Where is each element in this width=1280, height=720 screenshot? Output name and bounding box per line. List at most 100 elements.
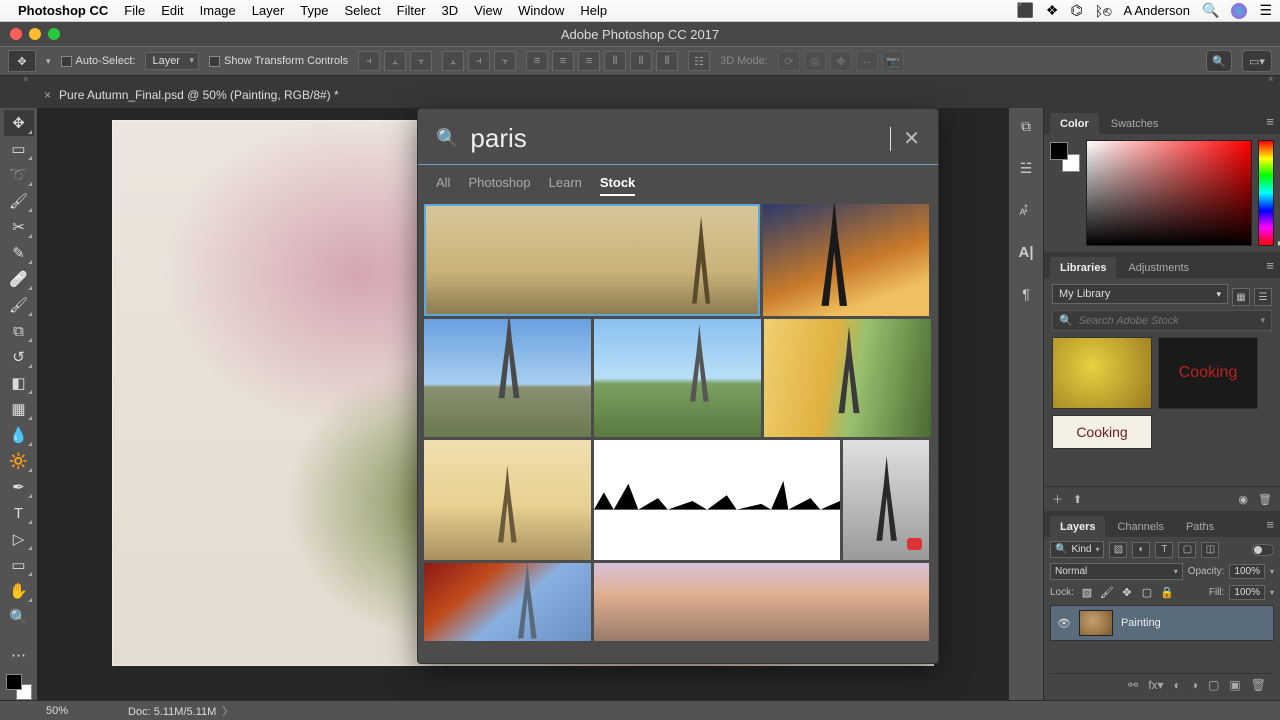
spotlight-icon[interactable]: 🔍 [1202,2,1219,19]
filter-smart-icon[interactable]: ◫ [1201,542,1219,558]
layer-row[interactable]: 👁 Painting [1050,605,1274,641]
menu-image[interactable]: Image [200,3,236,18]
layer-filter-type[interactable]: 🔍Kind▾ [1050,541,1104,558]
layer-name[interactable]: Painting [1121,617,1161,629]
stock-result[interactable] [424,319,591,437]
library-asset[interactable]: Cooking [1158,337,1258,409]
history-brush-tool[interactable]: ↺ [4,344,34,370]
delete-layer-icon[interactable]: 🗑 [1251,678,1266,692]
filter-shape-icon[interactable]: ▢ [1178,542,1196,558]
doc-info-chevron-icon[interactable]: 〉 [222,706,233,718]
menu-help[interactable]: Help [580,3,607,18]
opacity-value[interactable]: 100% [1229,564,1265,579]
gradient-tool[interactable]: ▦ [4,396,34,422]
panel-menu-icon[interactable]: ≡ [1266,258,1274,273]
adjustment-layer-icon[interactable]: ◑ [1191,678,1198,692]
delete-icon[interactable]: 🗑 [1258,493,1272,506]
screen-record-icon[interactable]: ⬛ [1016,2,1033,19]
auto-align-icon[interactable]: ☷ [688,51,710,71]
eyedropper-tool[interactable]: ✎ [4,240,34,266]
color-panel-swatch[interactable] [1050,142,1080,172]
search-tab-all[interactable]: All [436,175,450,196]
tab-libraries[interactable]: Libraries [1050,257,1116,278]
stock-result[interactable] [843,440,929,560]
color-field[interactable] [1086,140,1252,246]
search-input[interactable] [470,123,884,154]
layer-mask-icon[interactable]: ◐ [1174,678,1181,692]
stock-result[interactable] [424,563,591,641]
blur-tool[interactable]: 💧 [4,422,34,448]
library-search[interactable]: 🔍 ▾ [1052,310,1272,331]
stock-result[interactable] [594,563,929,641]
align-top-edges-icon[interactable]: ⫠ [442,51,464,71]
healing-brush-tool[interactable]: 🩹 [4,266,34,292]
upload-icon[interactable]: ⬆ [1073,493,1082,506]
edit-toolbar-icon[interactable]: ⋯ [4,642,34,668]
library-asset[interactable]: Cooking [1052,415,1152,449]
type-tool[interactable]: T [4,500,34,526]
window-zoom-button[interactable] [48,28,60,40]
lock-pixels-icon[interactable]: 🖌 [1099,586,1115,600]
link-layers-icon[interactable]: ⚯ [1128,678,1138,692]
tool-preset-dropdown-icon[interactable]: ▾ [46,56,51,67]
distribute-bottom-icon[interactable]: ≡ [578,51,600,71]
lock-artboard-icon[interactable]: ▢ [1139,586,1155,600]
zoom-tool[interactable]: 🔍 [4,604,34,630]
auto-select-target[interactable]: Layer [145,52,199,70]
eraser-tool[interactable]: ◧ [4,370,34,396]
quick-select-tool[interactable]: 🖌 [4,188,34,214]
search-tab-stock[interactable]: Stock [600,175,635,196]
distribute-vcenter-icon[interactable]: ≡ [552,51,574,71]
lasso-tool[interactable]: ➰ [4,162,34,188]
character-panel-icon[interactable]: A↕ [1014,198,1038,222]
lock-position-icon[interactable]: ✥ [1119,586,1135,600]
dropbox-icon[interactable]: ❖ [1046,2,1059,19]
group-icon[interactable]: ▢ [1208,678,1219,692]
document-tab[interactable]: × Pure Autumn_Final.psd @ 50% (Painting,… [44,88,339,102]
search-tab-learn[interactable]: Learn [549,175,582,196]
align-left-edges-icon[interactable]: ⫞ [358,51,380,71]
menu-window[interactable]: Window [518,3,564,18]
shape-tool[interactable]: ▭ [4,552,34,578]
layer-thumbnail[interactable] [1079,610,1113,636]
marquee-tool[interactable]: ▭ [4,136,34,162]
tab-layers[interactable]: Layers [1050,516,1105,537]
pen-tool[interactable]: ✒ [4,474,34,500]
filter-toggle[interactable] [1252,544,1274,556]
foreground-background-swatch[interactable] [6,674,32,700]
search-button[interactable]: 🔍 [1206,50,1232,72]
close-document-icon[interactable]: × [44,88,51,102]
auto-select-checkbox[interactable]: Auto-Select: [61,55,136,67]
list-view-icon[interactable]: ☰ [1254,288,1272,306]
menu-select[interactable]: Select [344,3,380,18]
crop-tool[interactable]: ✂ [4,214,34,240]
app-menu[interactable]: Photoshop CC [18,3,108,18]
menu-3d[interactable]: 3D [442,3,459,18]
filter-type-icon[interactable]: T [1155,542,1173,558]
align-horizontal-centers-icon[interactable]: ⫠ [384,51,406,71]
menu-type[interactable]: Type [300,3,328,18]
glyphs-panel-icon[interactable]: ¶ [1014,282,1038,306]
screen-mode-button[interactable]: ▭▾ [1242,50,1272,72]
close-search-icon[interactable]: ✕ [903,126,920,151]
stock-result[interactable] [424,440,591,560]
opacity-dropdown-icon[interactable]: ▾ [1270,567,1274,576]
menu-file[interactable]: File [124,3,145,18]
tab-adjustments[interactable]: Adjustments [1118,257,1199,278]
siri-icon[interactable] [1231,3,1247,19]
filter-adjustment-icon[interactable]: ◐ [1132,542,1150,558]
distribute-right-icon[interactable]: ⦀ [656,51,678,71]
layer-visibility-icon[interactable]: 👁 [1057,617,1071,630]
add-content-icon[interactable]: ＋ [1052,491,1063,507]
search-tab-photoshop[interactable]: Photoshop [468,175,530,196]
window-close-button[interactable] [10,28,22,40]
align-vertical-centers-icon[interactable]: ⫞ [468,51,490,71]
grid-view-icon[interactable]: ▦ [1232,288,1250,306]
creative-cloud-icon[interactable]: ⌬ [1070,2,1082,19]
notification-center-icon[interactable]: ☰ [1259,2,1272,19]
stock-result[interactable] [594,319,761,437]
stock-result[interactable] [424,204,760,316]
align-bottom-edges-icon[interactable]: ⫟ [494,51,516,71]
paragraph-panel-icon[interactable]: A| [1014,240,1038,264]
library-search-dropdown-icon[interactable]: ▾ [1260,315,1265,326]
